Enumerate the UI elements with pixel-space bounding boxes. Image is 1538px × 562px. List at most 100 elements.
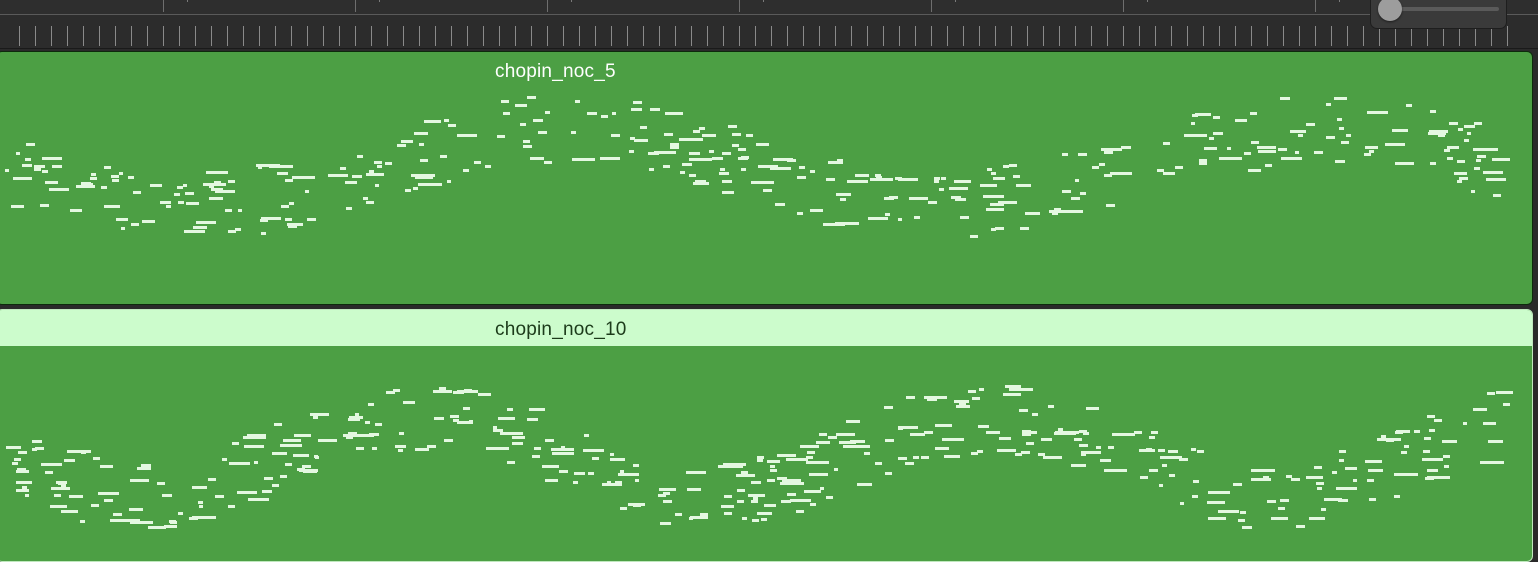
beat-tick [867, 26, 868, 46]
midi-note [12, 462, 18, 465]
beat-tick [83, 26, 84, 46]
midi-note [941, 177, 946, 180]
midi-note [1258, 150, 1276, 153]
midi-note [1271, 517, 1288, 520]
midi-note [732, 144, 739, 147]
midi-note [1134, 431, 1142, 434]
midi-note [960, 216, 969, 219]
midi-note [610, 453, 614, 456]
midi-note [50, 505, 67, 508]
beat-tick [611, 26, 612, 46]
midi-note [1296, 525, 1305, 528]
beat-tick [1363, 26, 1364, 46]
midi-note [346, 207, 352, 210]
midi-note [457, 134, 477, 137]
midi-note [648, 152, 659, 155]
midi-note [49, 188, 69, 191]
midi-note [687, 488, 701, 491]
midi-note [474, 161, 481, 164]
midi-note [1487, 392, 1495, 395]
bar-line [1123, 0, 1124, 12]
timeline-ruler[interactable] [0, 0, 1538, 15]
midi-note [13, 177, 32, 180]
beat-tick [1379, 26, 1380, 46]
midi-note [1003, 165, 1009, 168]
midi-note [810, 503, 816, 506]
beat-tick [979, 26, 980, 46]
midi-note [25, 494, 29, 497]
midi-note [1429, 429, 1435, 432]
beat-tick [1411, 26, 1412, 46]
midi-note [1424, 437, 1431, 440]
beat-tick [1219, 26, 1220, 46]
midi-note [1021, 451, 1030, 454]
midi-note [225, 209, 232, 212]
midi-note [1096, 446, 1101, 449]
midi-note [895, 177, 902, 180]
beat-tick [1459, 26, 1460, 46]
midi-note [1108, 446, 1114, 449]
zoom-slider-thumb[interactable] [1378, 0, 1402, 21]
midi-region-chopin-noc-10[interactable]: chopin_noc_10 [0, 309, 1533, 562]
midi-note [1369, 150, 1374, 153]
midi-note [1385, 143, 1405, 146]
midi-note [978, 425, 989, 428]
midi-note [1121, 146, 1131, 149]
midi-note [427, 445, 436, 448]
beat-tick [787, 26, 788, 46]
beat-grid[interactable] [0, 15, 1538, 49]
midi-note [1106, 204, 1115, 207]
midi-note [1503, 403, 1510, 406]
zoom-slider-track[interactable] [1391, 7, 1499, 11]
midi-note [1365, 460, 1382, 463]
midi-note [561, 446, 565, 449]
midi-note [142, 220, 155, 223]
midi-note [686, 471, 706, 474]
midi-note [1332, 471, 1337, 474]
midi-note [1227, 147, 1231, 150]
midi-note [909, 197, 928, 200]
midi-note [629, 150, 634, 153]
midi-note [719, 172, 729, 175]
midi-note [885, 213, 890, 216]
midi-note [1464, 139, 1469, 142]
midi-note [375, 423, 382, 426]
midi-note [954, 180, 971, 183]
midi-note [11, 205, 24, 208]
midi-note [274, 423, 282, 426]
midi-note [1427, 415, 1435, 418]
midi-note [16, 489, 29, 492]
midi-note [1240, 511, 1246, 514]
midi-note [485, 165, 491, 168]
region-header[interactable]: chopin_noc_5 [0, 52, 1532, 88]
beat-tick [371, 26, 372, 46]
midi-note [1364, 153, 1371, 156]
midi-note [328, 174, 348, 177]
midi-note [742, 517, 747, 520]
midi-note [280, 475, 287, 478]
midi-note [498, 417, 515, 420]
midi-note [507, 408, 513, 411]
midi-note [1336, 487, 1357, 490]
midi-note [261, 217, 281, 220]
midi-note [770, 465, 775, 468]
midi-note [527, 96, 536, 99]
midi-note [113, 513, 122, 516]
midi-note [1458, 128, 1463, 131]
midi-note [368, 403, 374, 406]
midi-note [1447, 157, 1453, 160]
beat-tick [307, 26, 308, 46]
midi-note [1218, 510, 1239, 513]
midi-note [206, 171, 228, 174]
beat-tick [835, 26, 836, 46]
midi-note [529, 408, 545, 411]
midi-region-chopin-noc-5[interactable]: chopin_noc_5 [0, 51, 1533, 305]
midi-note [272, 452, 287, 455]
midi-note [1471, 190, 1475, 193]
midi-note [69, 495, 83, 498]
midi-note [419, 143, 424, 146]
midi-note [1339, 127, 1344, 130]
beat-tick [131, 26, 132, 46]
midi-note [583, 449, 603, 452]
beat-tick [1251, 26, 1252, 46]
